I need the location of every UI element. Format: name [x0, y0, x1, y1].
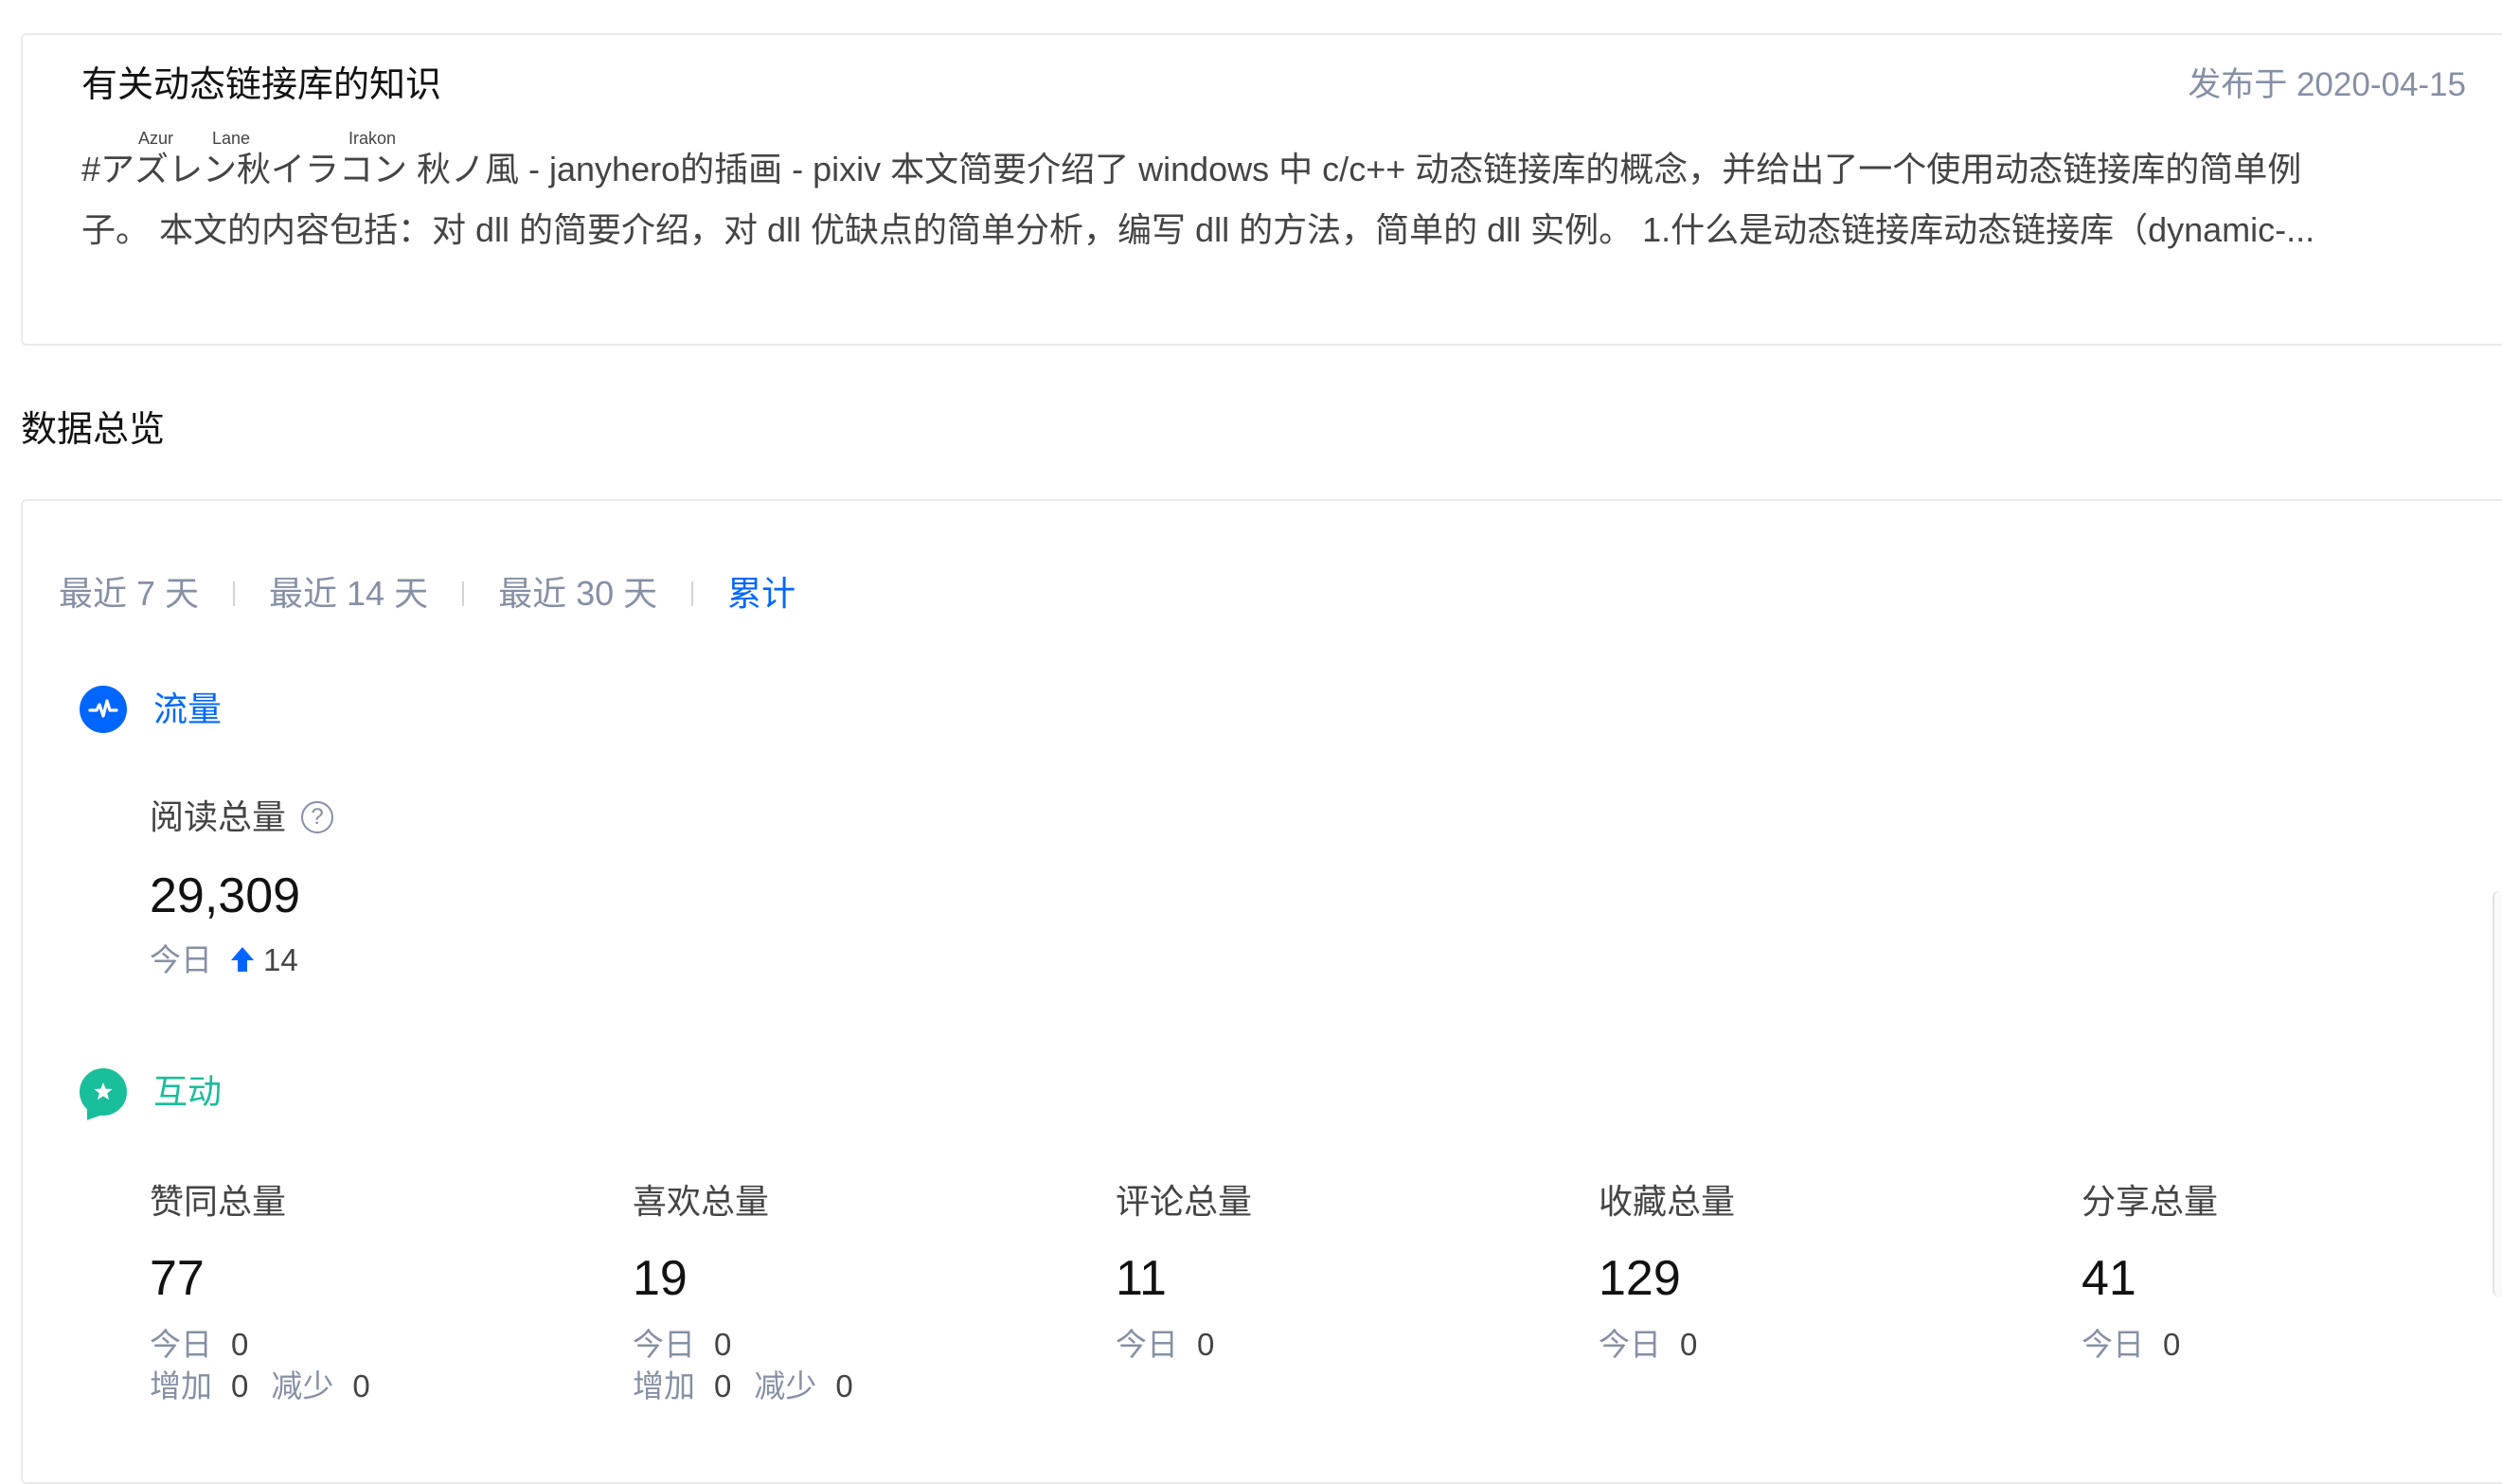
metric-value: 129	[1599, 1251, 1681, 1306]
reads-label-row: 阅读总量 ?	[150, 794, 334, 841]
metric-label: 收藏总量	[1599, 1182, 1736, 1221]
today-label: 今日	[1599, 1327, 1661, 1362]
increase-label: 增加	[633, 1368, 695, 1404]
likes-metric: 喜欢总量 19 今日 0 增加 0 减少 0	[633, 1178, 853, 1407]
tab-divider	[462, 581, 465, 606]
today-value: 0	[1680, 1327, 1698, 1362]
metric-today: 今日 0	[633, 1324, 853, 1366]
metric-change: 增加 0 减少 0	[150, 1366, 370, 1407]
article-publish-date: 发布于 2020-04-15	[2188, 66, 2466, 103]
interaction-header: 互动	[80, 1068, 222, 1116]
metric-today: 今日 0	[1116, 1324, 1252, 1366]
today-label: 今日	[1116, 1327, 1178, 1362]
metric-change: 增加 0 减少 0	[633, 1366, 853, 1407]
today-label: 今日	[150, 942, 212, 977]
metric-today: 今日 0	[2082, 1324, 2218, 1366]
metric-value: 11	[1116, 1251, 1167, 1306]
metric-label: 分享总量	[2082, 1182, 2219, 1221]
comments-metric: 评论总量 11 今日 0	[1116, 1178, 1252, 1366]
reads-metric: 阅读总量 ? 29,309 今日 14	[150, 794, 334, 981]
traffic-label: 流量	[153, 689, 223, 728]
reads-today: 今日 14	[150, 939, 333, 981]
pulse-icon	[80, 686, 127, 733]
decrease-label: 减少	[754, 1368, 817, 1404]
today-value: 0	[231, 1327, 249, 1362]
arrow-up-icon	[231, 947, 254, 974]
traffic-header: 流量	[80, 686, 222, 733]
tab-divider	[233, 581, 236, 606]
metric-label: 赞同总量	[150, 1182, 287, 1221]
reads-label: 阅读总量	[150, 797, 287, 836]
tab-divider	[691, 581, 694, 606]
decrease-value: 0	[835, 1368, 853, 1404]
excerpt-line-1: #アズレン秋イラコン 秋ノ風 - janyhero的插画 - pixiv 本文简…	[81, 150, 2302, 188]
tab-last-14-days[interactable]: 最近 14 天	[269, 570, 428, 617]
today-value: 0	[1197, 1327, 1215, 1362]
overview-title: 数据总览	[21, 410, 166, 450]
upvotes-metric: 赞同总量 77 今日 0 增加 0 减少 0	[150, 1178, 370, 1407]
range-tabs: 最近 7 天 最近 14 天 最近 30 天 累计	[59, 570, 795, 617]
metric-value: 41	[2082, 1251, 2136, 1306]
side-panel-edge[interactable]	[2493, 890, 2502, 1297]
today-label: 今日	[633, 1327, 695, 1362]
excerpt-line-2: 子。 本文的内容包括：对 dll 的简要介绍，对 dll 优缺点的简单分析，编写…	[81, 210, 2315, 249]
increase-label: 增加	[150, 1368, 212, 1404]
decrease-value: 0	[352, 1368, 370, 1404]
article-excerpt[interactable]: #アズレン秋イラコン 秋ノ風 - janyhero的插画 - pixiv 本文简…	[81, 139, 2483, 260]
today-label: 今日	[150, 1327, 212, 1362]
metric-value: 77	[150, 1251, 205, 1306]
star-chat-icon	[80, 1068, 127, 1116]
interaction-label: 互动	[153, 1072, 223, 1111]
metric-label: 评论总量	[1116, 1182, 1253, 1221]
metric-today: 今日 0	[1599, 1324, 1735, 1366]
tab-last-7-days[interactable]: 最近 7 天	[59, 570, 199, 617]
shares-metric: 分享总量 41 今日 0	[2082, 1178, 2218, 1366]
tab-cumulative[interactable]: 累计	[727, 570, 795, 617]
metric-today: 今日 0	[150, 1324, 370, 1366]
today-value: 0	[714, 1327, 732, 1362]
reads-value: 29,309	[150, 868, 301, 923]
help-icon[interactable]: ?	[301, 801, 334, 833]
today-label: 今日	[2082, 1327, 2144, 1362]
today-value: 14	[263, 942, 298, 977]
increase-value: 0	[231, 1368, 249, 1404]
decrease-label: 减少	[271, 1368, 334, 1404]
today-value: 0	[2163, 1327, 2181, 1362]
favorites-metric: 收藏总量 129 今日 0	[1599, 1178, 1735, 1366]
metric-value: 19	[633, 1251, 688, 1306]
metric-label: 喜欢总量	[633, 1182, 770, 1221]
increase-value: 0	[714, 1368, 732, 1404]
tab-last-30-days[interactable]: 最近 30 天	[498, 570, 657, 617]
